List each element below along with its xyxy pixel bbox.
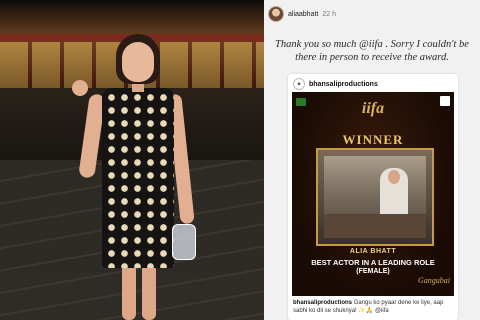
winner-title: WINNER <box>342 132 404 147</box>
post-username[interactable]: bhansaliproductions <box>309 81 378 88</box>
film-logo: Gangubai <box>418 276 450 285</box>
face <box>122 42 154 82</box>
film-still-frame <box>316 148 434 246</box>
post-header[interactable]: ✦ bhansaliproductions <box>293 78 378 90</box>
story-time: 22 h <box>322 10 336 18</box>
iifa-logo: iifa <box>361 100 385 117</box>
winner-name: ALIA BHATT <box>349 248 397 255</box>
polka-dot-dress <box>102 88 174 268</box>
shared-post[interactable]: ✦ bhansaliproductions iifa WINNER ALIA B… <box>288 74 458 320</box>
award-poster[interactable]: iifa WINNER ALIA BHATT BEST ACTOR IN A L… <box>292 92 454 296</box>
clutch-bag <box>172 224 196 260</box>
woman-figure <box>72 34 202 320</box>
story-caption: Thank you so much @iifa . Sorry I couldn… <box>275 39 469 63</box>
instagram-story: aliaabhatt 22 h Thank you so much @iifa … <box>264 0 480 320</box>
sponsor-badge-icon <box>440 96 450 106</box>
channel-badge-icon <box>296 98 306 106</box>
story-username[interactable]: aliaabhatt <box>288 11 318 18</box>
post-avatar[interactable]: ✦ <box>293 78 305 90</box>
caption-username[interactable]: bhansaliproductions <box>293 300 352 306</box>
award-category-sub: (FEMALE) <box>356 268 390 275</box>
photo-panel <box>0 0 264 320</box>
story-header[interactable]: aliaabhatt 22 h <box>268 6 336 22</box>
post-caption: bhansaliproductions Gangu ko pyaar dene … <box>293 299 453 315</box>
award-category: BEST ACTOR IN A LEADING ROLE <box>311 258 435 267</box>
avatar[interactable] <box>268 6 284 22</box>
